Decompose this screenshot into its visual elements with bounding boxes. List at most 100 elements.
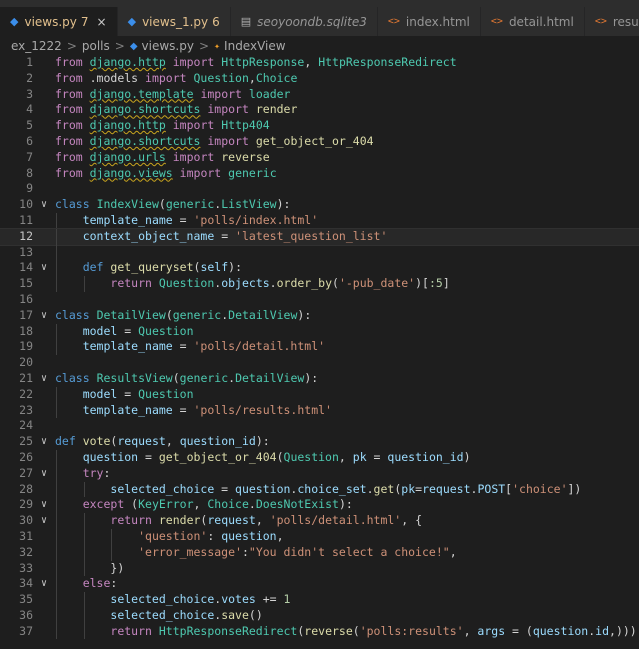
code-token: = — [117, 386, 139, 401]
code-line[interactable]: 25 ∨ def vote(request, question_id): — [0, 434, 639, 450]
code-line[interactable]: 26 question = get_object_or_404(Question… — [0, 449, 639, 466]
chevron-down-icon[interactable]: ∨ — [38, 260, 50, 276]
line-number: 1 — [26, 55, 33, 69]
code-token: import — [172, 55, 215, 69]
code-token: 'choice' — [512, 481, 568, 496]
line-number: 17 — [19, 307, 33, 322]
code-text: 'error_message':"You didn't select a cho… — [55, 545, 457, 561]
tab-seoyoondb-sqlite3[interactable]: ▤ seoyoondb.sqlite3 — [230, 7, 378, 36]
code-line[interactable]: 31 'question': question, — [0, 528, 639, 545]
code-line[interactable]: 5 from django.http import Http404 — [0, 118, 639, 134]
tab-results-html[interactable]: <> results.html — [584, 7, 639, 36]
code-line[interactable]: 32 'error_message':"You didn't select a … — [0, 544, 639, 561]
line-number: 18 — [19, 323, 33, 338]
code-line[interactable]: 9 — [0, 181, 639, 197]
code-line[interactable]: 12 context_object_name = 'latest_questio… — [0, 227, 639, 246]
breadcrumb-folder-ex-1222[interactable]: ex_1222 — [11, 39, 62, 53]
code-token: question — [235, 481, 291, 496]
chevron-down-icon[interactable]: ∨ — [38, 466, 50, 482]
code-text: }) — [55, 561, 124, 577]
line-number: 36 — [19, 607, 33, 622]
code-line[interactable]: 17 ∨ class DetailView(generic.DetailView): — [0, 308, 639, 324]
tab-index-html[interactable]: <> index.html — [377, 7, 481, 36]
code-line[interactable]: 13 — [0, 244, 639, 261]
line-number: 5 — [26, 118, 33, 133]
code-text: from .models import Question,Choice — [55, 71, 297, 87]
code-line[interactable]: 14 ∨ def get_queryset(self): — [0, 260, 639, 277]
code-line[interactable]: 20 — [0, 355, 639, 371]
tab-views-1-py[interactable]: ◆ views_1.py 6 — [117, 7, 231, 36]
breadcrumb-file[interactable]: views.py — [142, 39, 194, 53]
code-line[interactable]: 6 from django.shortcuts import get_object… — [0, 134, 639, 150]
chevron-down-icon[interactable]: ∨ — [38, 371, 50, 387]
tab-views-py[interactable]: ◆ views.py 7 × — [0, 7, 118, 36]
code-token: class — [55, 197, 90, 212]
chevron-down-icon[interactable]: ∨ — [38, 576, 50, 592]
code-line[interactable]: 1 from django.http import HttpResponse, H… — [0, 55, 639, 71]
code-text: class IndexView(generic.ListView): — [55, 197, 290, 213]
code-token: : — [103, 465, 111, 480]
tab-detail-html[interactable]: <> detail.html — [480, 7, 585, 36]
database-file-icon: ▤ — [240, 15, 252, 28]
code-token: django.shortcuts — [89, 133, 201, 148]
code-token: ,))) — [609, 623, 637, 638]
chevron-down-icon[interactable]: ∨ — [38, 513, 50, 529]
chevron-down-icon[interactable]: ∨ — [38, 434, 50, 450]
chevron-down-icon[interactable]: ∨ — [38, 197, 50, 213]
code-editor[interactable]: 1 from django.http import HttpResponse, H… — [0, 55, 639, 649]
code-line[interactable]: 18 model = Question — [0, 323, 639, 340]
breadcrumb-folder-polls[interactable]: polls — [82, 39, 110, 53]
code-line[interactable]: 37 return HttpResponseRedirect(reverse('… — [0, 623, 639, 640]
code-text: from django.http import Http404 — [55, 118, 270, 134]
breadcrumb-symbol[interactable]: IndexView — [224, 39, 286, 53]
code-line[interactable]: 15 return Question.objects.order_by('-pu… — [0, 276, 639, 292]
code-token: 'polls/index.html' — [193, 212, 319, 227]
code-line[interactable]: 2 from .models import Question,Choice — [0, 71, 639, 87]
code-token: , — [248, 70, 256, 85]
code-line[interactable]: 27 ∨ try: — [0, 465, 639, 482]
code-text: question = get_object_or_404(Question, p… — [55, 450, 471, 466]
html-file-icon: <> — [594, 16, 607, 27]
code-line[interactable]: 24 — [0, 418, 639, 434]
code-text: selected_choice = question.choice_set.ge… — [55, 482, 581, 498]
code-line[interactable]: 16 — [0, 292, 639, 308]
code-line[interactable]: 19 template_name = 'polls/detail.html' — [0, 339, 639, 356]
chevron-down-icon[interactable]: ∨ — [38, 497, 50, 513]
code-line[interactable]: 29 ∨ except (KeyError, Choice.DoesNotExis… — [0, 497, 639, 514]
code-line[interactable]: 34 ∨ else: — [0, 576, 639, 593]
code-line[interactable]: 33 }) — [0, 560, 639, 577]
code-line[interactable]: 8 from django.views import generic — [0, 166, 639, 182]
breadcrumb-separator: > — [198, 39, 210, 53]
tab-label: views_1.py — [142, 14, 209, 29]
line-number: 10 — [19, 197, 33, 212]
code-token: choice_set — [297, 481, 367, 496]
code-line[interactable]: 35 selected_choice.votes += 1 — [0, 592, 639, 608]
code-line[interactable]: 7 from django.urls import reverse — [0, 150, 639, 166]
code-line[interactable]: 30 ∨ return render(request, 'polls/detail… — [0, 513, 639, 529]
chevron-down-icon[interactable]: ∨ — [38, 308, 50, 324]
code-line[interactable]: 4 from django.shortcuts import render — [0, 102, 639, 118]
close-icon[interactable]: × — [97, 15, 107, 29]
code-token: = — [366, 449, 388, 464]
code-line[interactable]: 11 template_name = 'polls/index.html' — [0, 212, 639, 229]
code-line[interactable]: 21 ∨ class ResultsView(generic.DetailView)… — [0, 371, 639, 387]
line-number: 29 — [19, 497, 33, 512]
code-line[interactable]: 23 template_name = 'polls/results.html' — [0, 402, 639, 419]
code-token: import — [207, 102, 249, 117]
code-line[interactable]: 22 model = Question — [0, 386, 639, 403]
python-file-icon: ◆ — [10, 15, 19, 28]
code-line[interactable]: 28 selected_choice = question.choice_set… — [0, 481, 639, 498]
code-line[interactable]: 3 from django.template import loader — [0, 87, 639, 103]
code-token: question_id — [179, 434, 256, 449]
code-token: selected_choice — [110, 592, 215, 607]
code-line[interactable]: 36 selected_choice.save() — [0, 607, 639, 624]
code-token: ): — [276, 197, 291, 212]
code-line[interactable]: 10 ∨ class IndexView(generic.ListView): — [0, 197, 639, 213]
code-token: import — [172, 149, 215, 164]
